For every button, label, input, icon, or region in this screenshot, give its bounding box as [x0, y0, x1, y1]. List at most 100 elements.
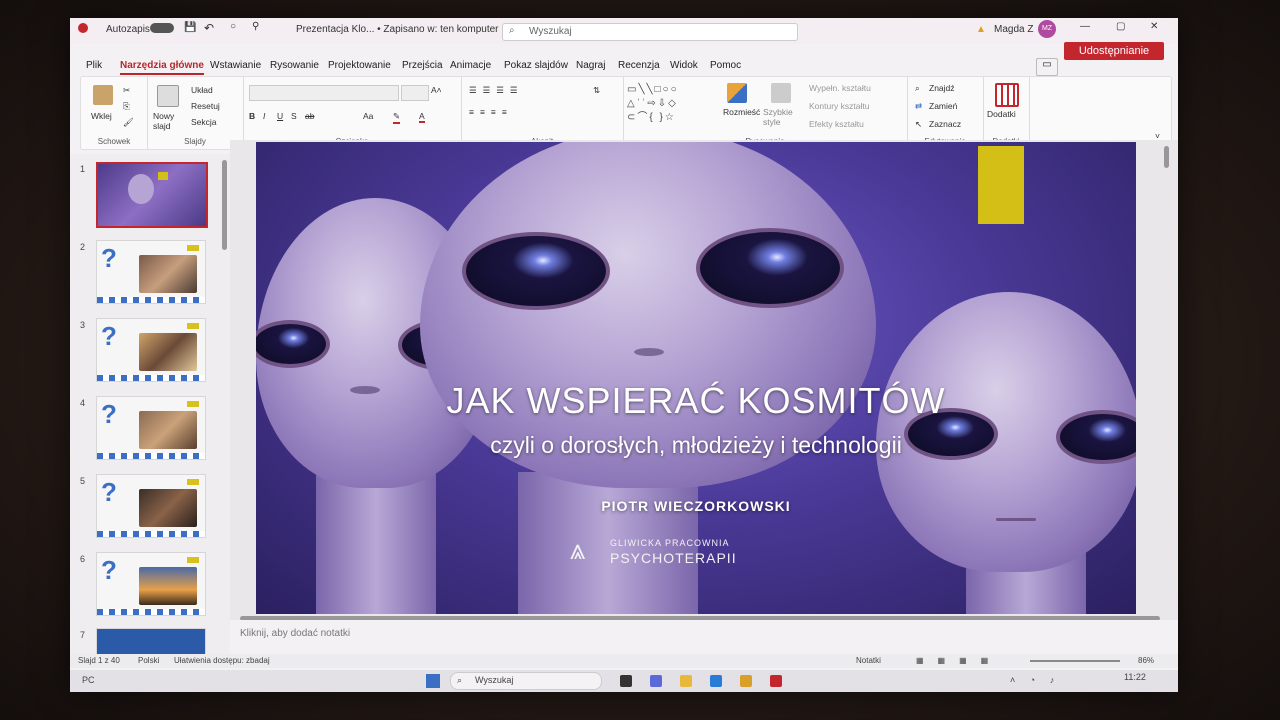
- accessibility-status[interactable]: Ułatwienia dostępu: zbadaj: [174, 656, 270, 665]
- select-button[interactable]: Zaznacz: [929, 119, 961, 129]
- slide-author[interactable]: PIOTR WIECZORKOWSKI: [256, 498, 1136, 514]
- find-button[interactable]: Znajdź: [929, 83, 955, 93]
- weather-widget[interactable]: PC: [82, 675, 95, 685]
- tab-help[interactable]: Pomoc: [710, 60, 741, 71]
- font-color-icon[interactable]: A: [419, 111, 425, 123]
- grow-font-icon[interactable]: A˄: [431, 85, 442, 95]
- bold-icon[interactable]: B: [249, 111, 255, 121]
- new-slide-icon[interactable]: [157, 85, 179, 107]
- arrange-icon[interactable]: [727, 83, 747, 103]
- tab-review[interactable]: Recenzja: [618, 60, 660, 71]
- search-box[interactable]: ⌕ Wyszukaj: [502, 23, 798, 41]
- tab-design[interactable]: Projektowanie: [328, 60, 391, 71]
- section-button[interactable]: Sekcja: [191, 117, 217, 127]
- quick-styles-button[interactable]: Szybkie style: [763, 107, 799, 127]
- slide-thumbnail-1[interactable]: [96, 162, 208, 228]
- shadow-icon[interactable]: S: [291, 111, 297, 121]
- arrange-button[interactable]: Rozmieść: [723, 107, 760, 117]
- reset-button[interactable]: Resetuj: [191, 101, 220, 111]
- paste-button[interactable]: Wklej: [91, 111, 112, 121]
- align-icons[interactable]: ≡≡≡≡: [469, 107, 513, 117]
- tab-file[interactable]: Plik: [86, 60, 102, 71]
- start-icon[interactable]: [426, 674, 440, 688]
- italic-icon[interactable]: I: [263, 111, 265, 121]
- tab-home[interactable]: Narzędzia główne: [120, 60, 204, 75]
- addins-icon[interactable]: [995, 83, 1019, 107]
- shape-outline-button[interactable]: Kontury kształtu: [809, 101, 869, 111]
- shape-fill-button[interactable]: Wypełn. kształtu: [809, 83, 871, 93]
- text-direction-icon[interactable]: ⇅: [593, 85, 600, 96]
- highlight-icon[interactable]: ✎: [393, 111, 401, 124]
- font-name-select[interactable]: [249, 85, 399, 101]
- find-icon[interactable]: ⌕: [915, 83, 920, 94]
- warning-icon[interactable]: ▲: [976, 24, 986, 35]
- slide-thumbnail-7[interactable]: [96, 628, 206, 656]
- quick-styles-icon[interactable]: [771, 83, 791, 103]
- file-explorer-icon[interactable]: [680, 675, 692, 687]
- tab-transitions[interactable]: Przejścia: [402, 60, 443, 71]
- document-title[interactable]: Prezentacja Klo... • Zapisano w: ten kom…: [296, 24, 499, 35]
- underline-icon[interactable]: U: [277, 111, 283, 121]
- shapes-gallery[interactable]: ▭╲╲□○○ △ʾʾ⇨⇩◇ ⊂⌒{ }☆: [627, 83, 717, 127]
- autosave-toggle[interactable]: [150, 23, 174, 33]
- paste-icon[interactable]: [93, 85, 113, 105]
- comments-icon[interactable]: ▭: [1036, 58, 1058, 76]
- change-case-icon[interactable]: Aa: [363, 111, 373, 121]
- select-icon[interactable]: ↖: [915, 119, 922, 130]
- zoom-level[interactable]: 86%: [1138, 656, 1154, 665]
- undo-icon[interactable]: ↶: [204, 21, 214, 35]
- tab-insert[interactable]: Wstawianie: [210, 60, 261, 71]
- maximize-icon[interactable]: ▢: [1116, 21, 1125, 32]
- addins-button[interactable]: Dodatki: [987, 109, 1016, 119]
- slide-thumbnail-2[interactable]: ?: [96, 240, 206, 304]
- new-slide-button[interactable]: Nowy slajd: [153, 111, 183, 131]
- shape-effects-button[interactable]: Efekty kształtu: [809, 119, 864, 129]
- thumb-sticky: [158, 172, 168, 180]
- slide-canvas[interactable]: JAK WSPIERAĆ KOSMITÓW czyli o dorosłych,…: [256, 142, 1136, 614]
- tab-view[interactable]: Widok: [670, 60, 698, 71]
- store-icon[interactable]: [710, 675, 722, 687]
- tab-animations[interactable]: Animacje: [450, 60, 491, 71]
- format-painter-icon[interactable]: 🖌: [123, 117, 134, 128]
- redo-icon[interactable]: ○: [230, 21, 236, 32]
- user-name[interactable]: Magda Z: [994, 24, 1033, 35]
- slide-thumbnail-3[interactable]: ?: [96, 318, 206, 382]
- powerpoint-taskbar-icon[interactable]: [770, 675, 782, 687]
- strikethrough-icon[interactable]: ab: [305, 111, 314, 121]
- tab-slideshow[interactable]: Pokaz slajdów: [504, 60, 568, 71]
- minimize-icon[interactable]: —: [1080, 21, 1090, 32]
- slide-scrollbar[interactable]: [1164, 146, 1169, 168]
- slide-thumbnail-5[interactable]: ?: [96, 474, 206, 538]
- slide-thumbnail-4[interactable]: ?: [96, 396, 206, 460]
- system-tray-icons[interactable]: ˄ ◔ ♪: [1010, 675, 1060, 685]
- slide-subtitle[interactable]: czyli o dorosłych, młodzieży i technolog…: [256, 432, 1136, 459]
- language-indicator[interactable]: Polski: [138, 656, 159, 665]
- tab-record[interactable]: Nagraj: [576, 60, 605, 71]
- font-size-select[interactable]: [401, 85, 429, 101]
- thumbnails-scrollbar[interactable]: [222, 160, 227, 250]
- taskbar-search[interactable]: ⌕ Wyszukaj: [450, 672, 602, 690]
- copy-icon[interactable]: ⎘: [123, 101, 130, 112]
- notes-pane[interactable]: Kliknij, aby dodać notatki: [230, 620, 1178, 646]
- replace-button[interactable]: Zamień: [929, 101, 957, 111]
- clock[interactable]: 11:22: [1124, 672, 1146, 682]
- chrome-icon[interactable]: [740, 675, 752, 687]
- zoom-slider[interactable]: [1030, 660, 1120, 662]
- view-buttons[interactable]: ▦▦▦▦: [916, 656, 1002, 665]
- notes-toggle[interactable]: Notatki: [856, 656, 881, 665]
- slide-thumbnail-6[interactable]: ?: [96, 552, 206, 616]
- list-icons[interactable]: ☰☰☰☰: [469, 85, 523, 96]
- tab-draw[interactable]: Rysowanie: [270, 60, 319, 71]
- share-button[interactable]: Udostępnianie: [1064, 42, 1164, 60]
- layout-button[interactable]: Układ: [191, 85, 213, 95]
- task-view-icon[interactable]: [620, 675, 632, 687]
- yellow-sticky-note[interactable]: [978, 146, 1024, 224]
- pin-icon[interactable]: ⚲: [252, 21, 259, 32]
- replace-icon[interactable]: ⇄: [915, 101, 922, 112]
- user-avatar[interactable]: MZ: [1038, 20, 1056, 38]
- slide-title[interactable]: JAK WSPIERAĆ KOSMITÓW: [256, 380, 1136, 422]
- teams-icon[interactable]: [650, 675, 662, 687]
- close-icon[interactable]: ✕: [1150, 21, 1158, 32]
- cut-icon[interactable]: ✂: [123, 85, 130, 96]
- save-icon[interactable]: 💾: [184, 22, 196, 33]
